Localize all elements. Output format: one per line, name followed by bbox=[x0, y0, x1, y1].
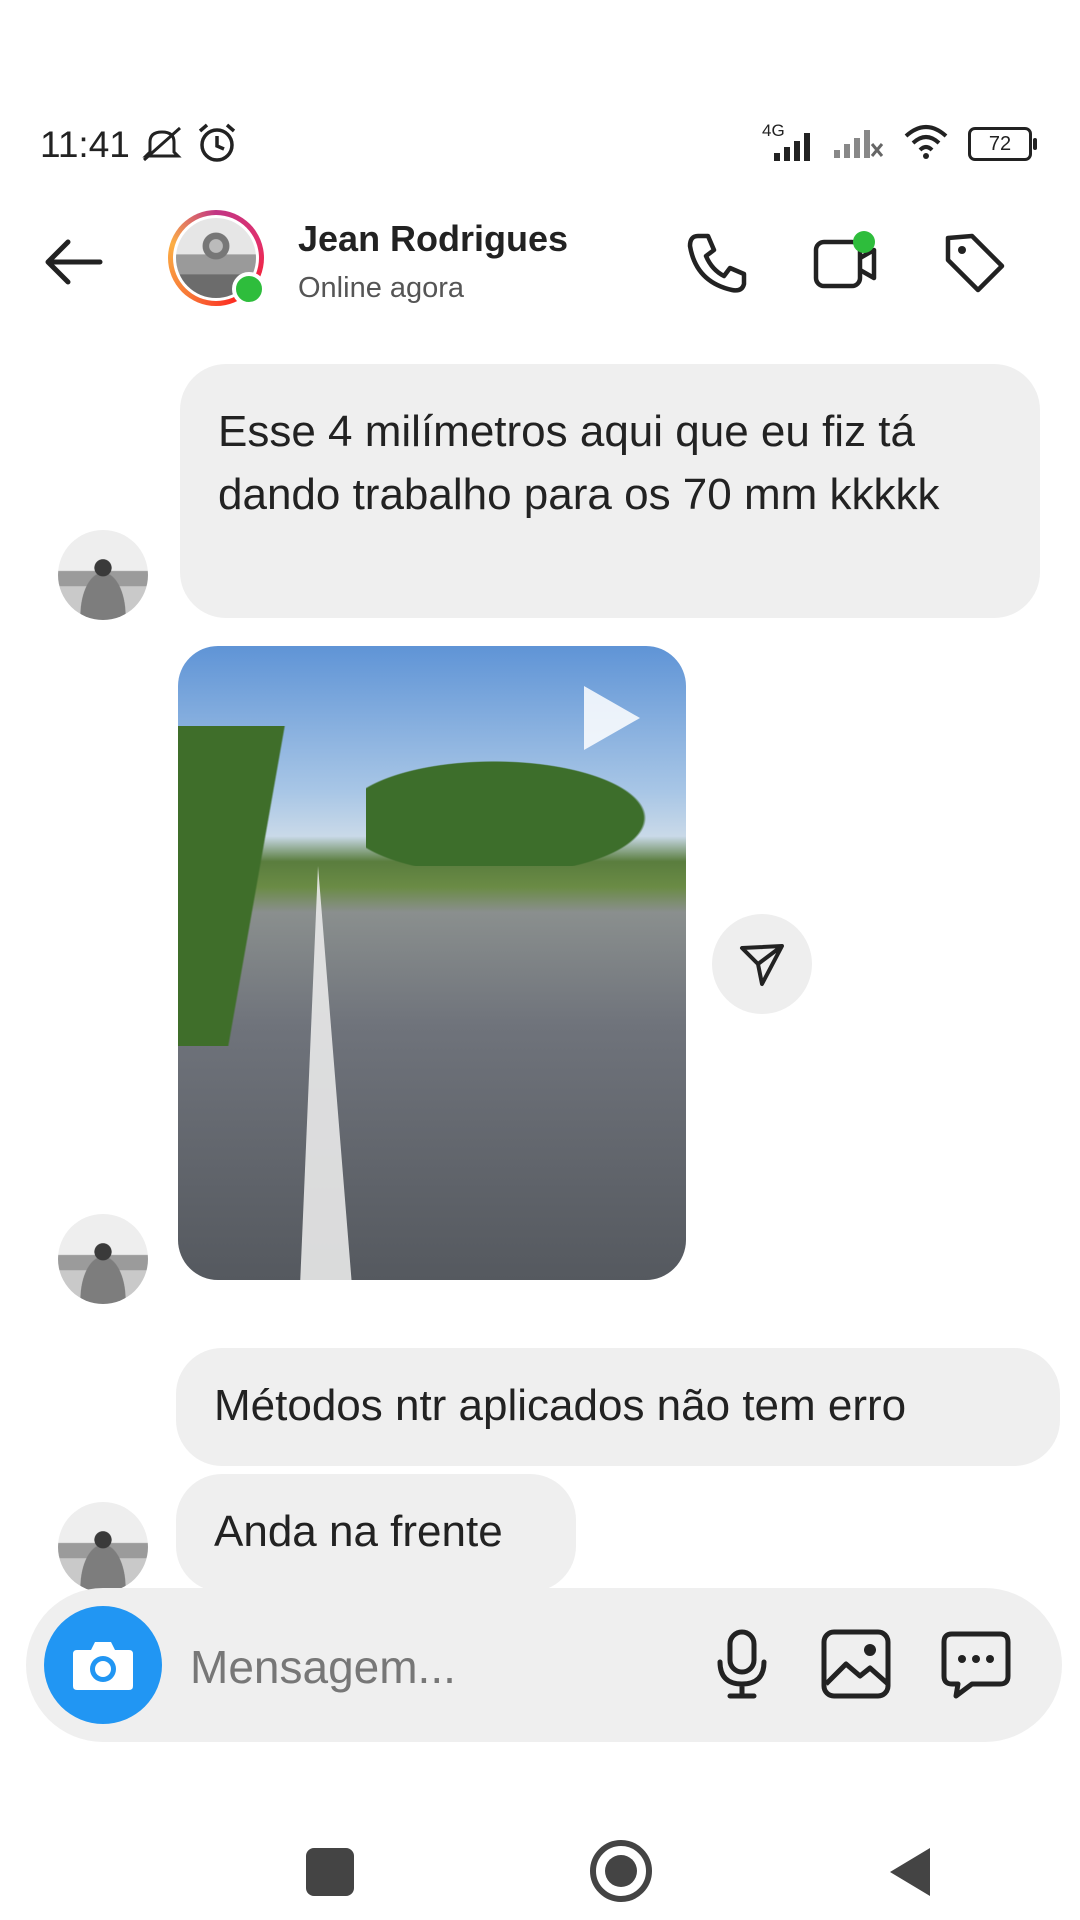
contact-name[interactable]: Jean Rodrigues bbox=[298, 218, 568, 260]
alarm-icon bbox=[196, 122, 238, 169]
video-message[interactable] bbox=[178, 646, 686, 1280]
message-text: Anda na frente bbox=[214, 1507, 503, 1556]
mute-icon bbox=[140, 124, 184, 169]
status-time: 11:41 bbox=[40, 124, 130, 165]
recent-apps-button[interactable] bbox=[306, 1848, 354, 1896]
online-indicator bbox=[232, 272, 266, 306]
phone-icon[interactable] bbox=[684, 230, 750, 296]
camera-button[interactable] bbox=[44, 1606, 162, 1724]
back-button[interactable] bbox=[886, 1844, 934, 1905]
wifi-icon bbox=[902, 122, 950, 165]
message-bubble[interactable]: Esse 4 milímetros aqui que eu fiz tá dan… bbox=[180, 364, 1040, 618]
play-icon[interactable] bbox=[578, 682, 644, 754]
status-icons: 4G 72 bbox=[762, 121, 1037, 165]
signal-no-service-icon bbox=[832, 122, 884, 165]
contact-status: Online agora bbox=[298, 272, 465, 304]
home-button[interactable] bbox=[590, 1840, 652, 1902]
battery-indicator: 72 bbox=[968, 126, 1037, 161]
signal-4g-icon: 4G bbox=[762, 121, 814, 163]
video-call-icon[interactable] bbox=[812, 230, 878, 296]
camera-icon bbox=[73, 1642, 133, 1690]
message-text: Métodos ntr aplicados não tem erro bbox=[214, 1381, 907, 1430]
sender-avatar[interactable] bbox=[58, 1502, 148, 1592]
sticker-chat-icon[interactable] bbox=[938, 1626, 1014, 1702]
back-arrow-icon[interactable] bbox=[40, 236, 110, 288]
message-input[interactable] bbox=[188, 1634, 662, 1700]
send-icon bbox=[740, 944, 784, 986]
sender-avatar[interactable] bbox=[58, 530, 148, 620]
microphone-icon[interactable] bbox=[704, 1626, 780, 1702]
sender-avatar[interactable] bbox=[58, 1214, 148, 1304]
message-text: Esse 4 milímetros aqui que eu fiz tá dan… bbox=[218, 407, 940, 519]
tag-icon[interactable] bbox=[942, 230, 1008, 296]
gallery-icon[interactable] bbox=[818, 1626, 894, 1702]
message-bubble[interactable]: Métodos ntr aplicados não tem erro bbox=[176, 1348, 1060, 1466]
share-button[interactable] bbox=[712, 914, 812, 1014]
message-bubble[interactable]: Anda na frente bbox=[176, 1474, 576, 1592]
